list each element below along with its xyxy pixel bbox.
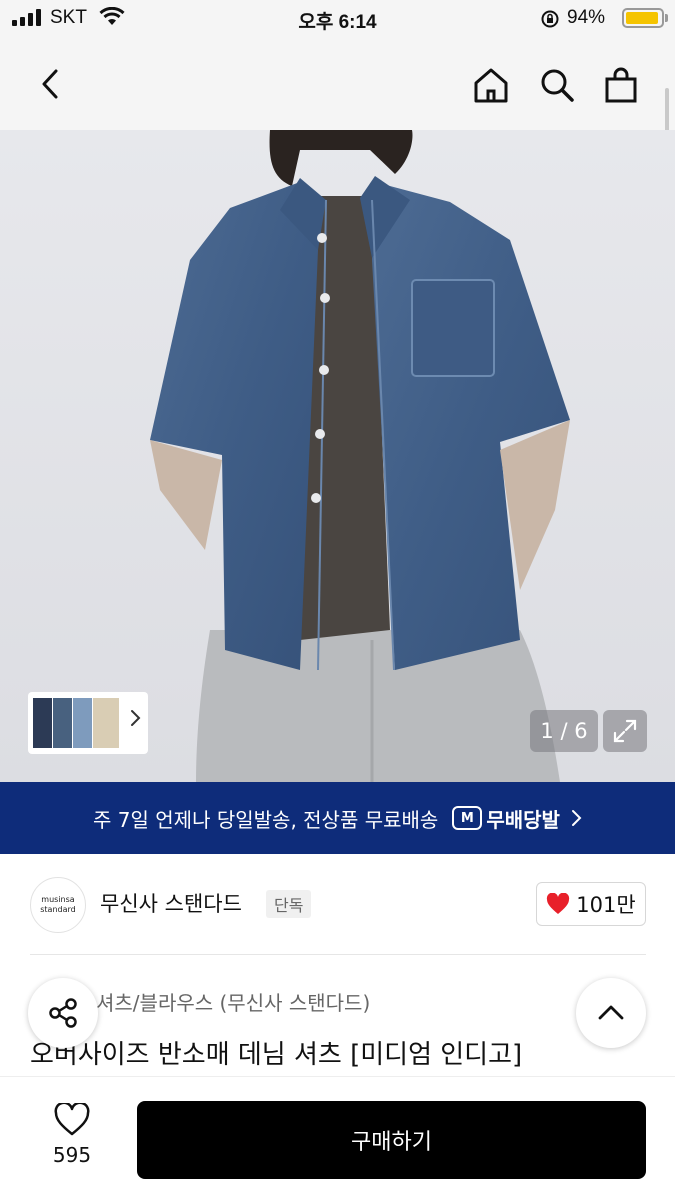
home-icon xyxy=(474,68,508,103)
exclusive-badge: 단독 xyxy=(266,890,312,918)
heart-outline-icon xyxy=(54,1103,90,1136)
image-counter: 1 / 6 xyxy=(530,710,598,752)
back-button[interactable] xyxy=(28,62,72,106)
cart-button[interactable] xyxy=(598,62,644,108)
share-button[interactable] xyxy=(28,978,98,1048)
heart-filled-icon xyxy=(547,893,570,914)
brand-like-button[interactable]: 101만 xyxy=(536,882,646,926)
search-icon xyxy=(541,69,574,102)
divider xyxy=(30,954,646,955)
bottom-action-bar: 595 구매하기 xyxy=(0,1076,675,1200)
share-icon xyxy=(49,998,77,1028)
banner-logo-text: 무배당발 xyxy=(486,807,560,832)
home-button[interactable] xyxy=(468,62,514,108)
delivery-truck-icon: M xyxy=(452,806,483,830)
scroll-to-top-button[interactable] xyxy=(576,978,646,1048)
expand-button[interactable] xyxy=(603,710,647,752)
chevron-right-icon xyxy=(131,710,141,726)
shopping-bag-icon xyxy=(605,67,637,103)
product-title: 오버사이즈 반소매 데님 셔츠 [미디엄 인디고] xyxy=(30,1040,523,1070)
search-button[interactable] xyxy=(534,62,580,108)
brand-logo-line2: standard xyxy=(40,905,76,914)
chevron-up-icon xyxy=(598,1005,624,1020)
buy-button[interactable]: 구매하기 xyxy=(137,1101,646,1179)
battery-level xyxy=(626,12,658,24)
status-bar: SKT 오후 6:14 94% xyxy=(0,0,675,38)
shipping-banner[interactable]: 주 7일 언제나 당일발송, 전상품 무료배송 M 무배당발 xyxy=(0,782,675,854)
battery-icon xyxy=(622,8,664,28)
rotation-lock-icon xyxy=(540,9,560,33)
brand-logo[interactable]: musinsa standard xyxy=(30,877,86,933)
thumbnail-beige[interactable] xyxy=(92,697,120,749)
wishlist-count: 595 xyxy=(52,1143,92,1167)
battery-percent: 94% xyxy=(567,7,606,28)
thumbnail-strip[interactable] xyxy=(28,692,148,754)
brand-name[interactable]: 무신사 스탠다드 xyxy=(100,888,242,918)
wishlist-button[interactable]: 595 xyxy=(36,1103,108,1167)
top-nav-bar xyxy=(0,38,675,150)
free-delivery-logo: M 무배당발 xyxy=(452,804,560,833)
brand-logo-line1: musinsa xyxy=(41,895,75,904)
battery-cap xyxy=(665,14,668,22)
banner-text: 주 7일 언제나 당일발송, 전상품 무료배송 xyxy=(93,807,439,832)
product-image-gallery[interactable]: 1 / 6 xyxy=(0,130,675,782)
chevron-left-icon xyxy=(42,69,58,99)
brand-like-count: 101만 xyxy=(576,893,636,917)
expand-icon xyxy=(613,719,637,743)
chevron-right-icon xyxy=(571,810,582,826)
product-photo xyxy=(0,130,675,782)
